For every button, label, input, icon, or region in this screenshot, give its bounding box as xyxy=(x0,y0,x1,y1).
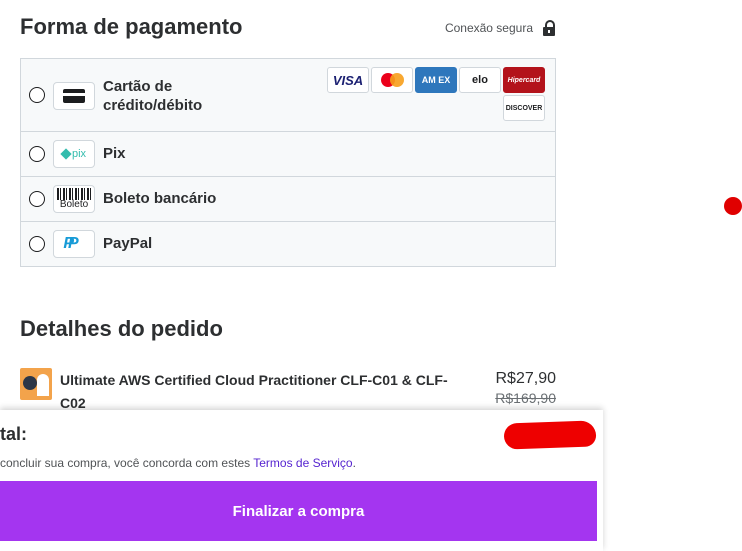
payment-option-label: Cartão de crédito/débito xyxy=(103,78,203,114)
red-dot-marker xyxy=(724,197,742,215)
discover-logo: DISCOVER xyxy=(503,95,545,121)
radio-pix[interactable] xyxy=(29,146,45,162)
paypal-logo: PP xyxy=(53,230,95,258)
course-thumbnail xyxy=(20,368,52,400)
payment-option-label: PayPal xyxy=(103,235,153,252)
radio-paypal[interactable] xyxy=(29,236,45,252)
terms-text: concluir sua compra, você concorda com e… xyxy=(0,456,356,470)
payment-option-paypal[interactable]: PP PayPal xyxy=(21,221,555,266)
checkout-footer: tal: concluir sua compra, você concorda … xyxy=(0,410,603,551)
hipercard-logo: Hipercard xyxy=(503,67,545,93)
payment-option-pix[interactable]: pix Pix xyxy=(21,131,555,176)
secure-connection-label: Conexão segura xyxy=(444,21,533,35)
radio-boleto[interactable] xyxy=(29,191,45,207)
payment-method-title: Forma de pagamento xyxy=(20,14,243,39)
elo-logo: elo xyxy=(459,67,501,93)
total-label: tal: xyxy=(0,424,27,444)
payment-option-label: Boleto bancário xyxy=(103,190,217,207)
course-title: Ultimate AWS Certified Cloud Practitione… xyxy=(60,372,448,411)
credit-card-icon xyxy=(53,82,95,110)
payment-options: Cartão de crédito/débito VISA AM EX elo … xyxy=(20,58,556,267)
radio-card[interactable] xyxy=(29,87,45,103)
order-details-title: Detalhes do pedido xyxy=(20,316,223,341)
terms-of-service-link[interactable]: Termos de Serviço xyxy=(253,456,352,470)
redaction-scribble xyxy=(503,420,597,450)
course-price: R$27,90 xyxy=(495,370,557,387)
secure-connection: Conexão segura xyxy=(445,20,555,36)
lock-icon xyxy=(543,20,555,36)
payment-option-boleto[interactable]: Boleto Boleto bancário xyxy=(21,176,555,221)
pix-logo: pix xyxy=(53,140,95,168)
visa-logo: VISA xyxy=(327,67,369,93)
payment-option-label: Pix xyxy=(103,145,126,162)
payment-option-card[interactable]: Cartão de crédito/débito VISA AM EX elo … xyxy=(21,59,555,131)
boleto-logo: Boleto xyxy=(53,185,95,213)
amex-logo: AM EX xyxy=(415,67,457,93)
mastercard-logo xyxy=(371,67,413,93)
course-original-price: R$169,90 xyxy=(495,390,556,406)
checkout-button[interactable]: Finalizar a compra xyxy=(0,481,597,541)
